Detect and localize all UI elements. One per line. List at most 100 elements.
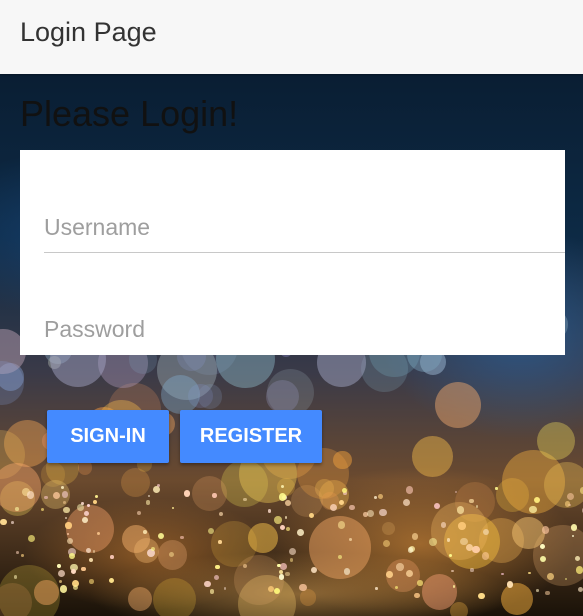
glitter-speck — [278, 574, 285, 580]
glitter-speck — [284, 516, 288, 519]
glitter-speck — [152, 486, 160, 494]
glitter-speck — [207, 528, 214, 535]
glitter-speck — [81, 566, 86, 571]
glitter-speck — [81, 501, 84, 505]
glitter-speck — [330, 504, 338, 512]
bokeh-light — [276, 477, 295, 496]
glitter-speck — [539, 543, 545, 550]
bokeh-light — [0, 582, 32, 616]
glitter-speck — [568, 503, 571, 507]
glitter-speck — [405, 570, 414, 578]
register-button[interactable]: REGISTER — [180, 410, 322, 463]
glitter-speck — [278, 493, 287, 501]
glitter-speck — [64, 517, 68, 520]
glitter-speck — [0, 518, 7, 525]
password-input[interactable] — [44, 304, 565, 354]
login-form-card — [20, 150, 565, 355]
glitter-speck — [27, 534, 35, 542]
glitter-speck — [268, 586, 274, 593]
glitter-speck — [44, 496, 48, 500]
bokeh-light — [48, 356, 62, 370]
username-input[interactable] — [44, 202, 565, 252]
glitter-speck — [579, 487, 583, 495]
glitter-speck — [341, 487, 347, 494]
bokeh-light — [197, 384, 223, 409]
glitter-speck — [158, 533, 165, 540]
glitter-speck — [297, 529, 305, 537]
bokeh-light — [291, 484, 324, 517]
glitter-speck — [61, 490, 69, 498]
page-title: Login Page — [20, 17, 157, 47]
glitter-speck — [394, 586, 398, 590]
toolbar: Login Page — [0, 0, 583, 74]
glitter-speck — [62, 501, 66, 505]
glitter-speck — [405, 486, 414, 494]
glitter-speck — [242, 563, 247, 569]
glitter-speck — [183, 490, 190, 497]
bokeh-light — [248, 523, 278, 554]
bokeh-light — [444, 513, 500, 570]
glitter-speck — [408, 545, 415, 552]
glitter-speck — [68, 548, 77, 557]
bokeh-light — [220, 460, 268, 508]
glitter-speck — [575, 566, 583, 574]
glitter-speck — [411, 533, 419, 540]
bokeh-light — [434, 381, 482, 429]
glitter-speck — [565, 578, 568, 580]
glitter-speck — [172, 506, 175, 509]
glitter-speck — [13, 575, 18, 580]
bokeh-light — [267, 368, 315, 416]
glitter-speck — [456, 506, 465, 515]
glitter-speck — [460, 537, 468, 545]
glitter-speck — [93, 500, 98, 505]
glitter-speck — [279, 569, 284, 574]
glitter-speck — [343, 568, 350, 575]
bokeh-light — [121, 524, 150, 553]
bokeh-light — [333, 450, 352, 470]
bokeh-light — [431, 502, 489, 560]
login-heading: Please Login! — [20, 93, 239, 134]
bokeh-light — [450, 602, 469, 616]
glitter-speck — [458, 522, 466, 530]
bokeh-light — [152, 577, 196, 616]
glitter-speck — [151, 547, 156, 552]
bokeh-light — [127, 586, 153, 612]
glitter-speck — [289, 557, 294, 562]
glitter-speck — [136, 511, 141, 516]
glitter-speck — [87, 503, 91, 507]
glitter-speck — [374, 495, 377, 499]
bokeh-light — [0, 363, 25, 391]
bokeh-light — [320, 492, 339, 511]
glitter-speck — [94, 494, 99, 498]
glitter-speck — [414, 592, 420, 598]
glitter-speck — [215, 564, 220, 570]
glitter-speck — [448, 553, 453, 557]
glitter-speck — [277, 563, 281, 568]
bokeh-light — [454, 482, 495, 523]
glitter-speck — [483, 529, 490, 536]
glitter-speck — [60, 485, 64, 489]
bokeh-light — [0, 360, 24, 406]
glitter-speck — [204, 580, 211, 588]
glitter-speck — [81, 516, 88, 523]
bokeh-light — [308, 516, 371, 579]
glitter-speck — [70, 569, 77, 575]
glitter-speck — [281, 485, 285, 489]
bokeh-light — [40, 462, 65, 487]
glitter-speck — [429, 538, 438, 546]
bokeh-light — [501, 450, 566, 514]
glitter-speck — [541, 526, 550, 534]
glitter-speck — [145, 500, 151, 506]
glitter-speck — [63, 506, 71, 514]
bokeh-light — [532, 525, 583, 586]
glitter-speck — [367, 510, 374, 517]
glitter-speck — [378, 508, 387, 517]
glitter-speck — [70, 563, 78, 572]
bokeh-light — [211, 521, 258, 568]
glitter-speck — [273, 587, 281, 595]
glitter-speck — [89, 557, 94, 562]
bokeh-light — [34, 580, 59, 605]
sign-in-button[interactable]: SIGN-IN — [47, 410, 169, 463]
glitter-speck — [417, 580, 423, 586]
glitter-speck — [454, 490, 457, 493]
